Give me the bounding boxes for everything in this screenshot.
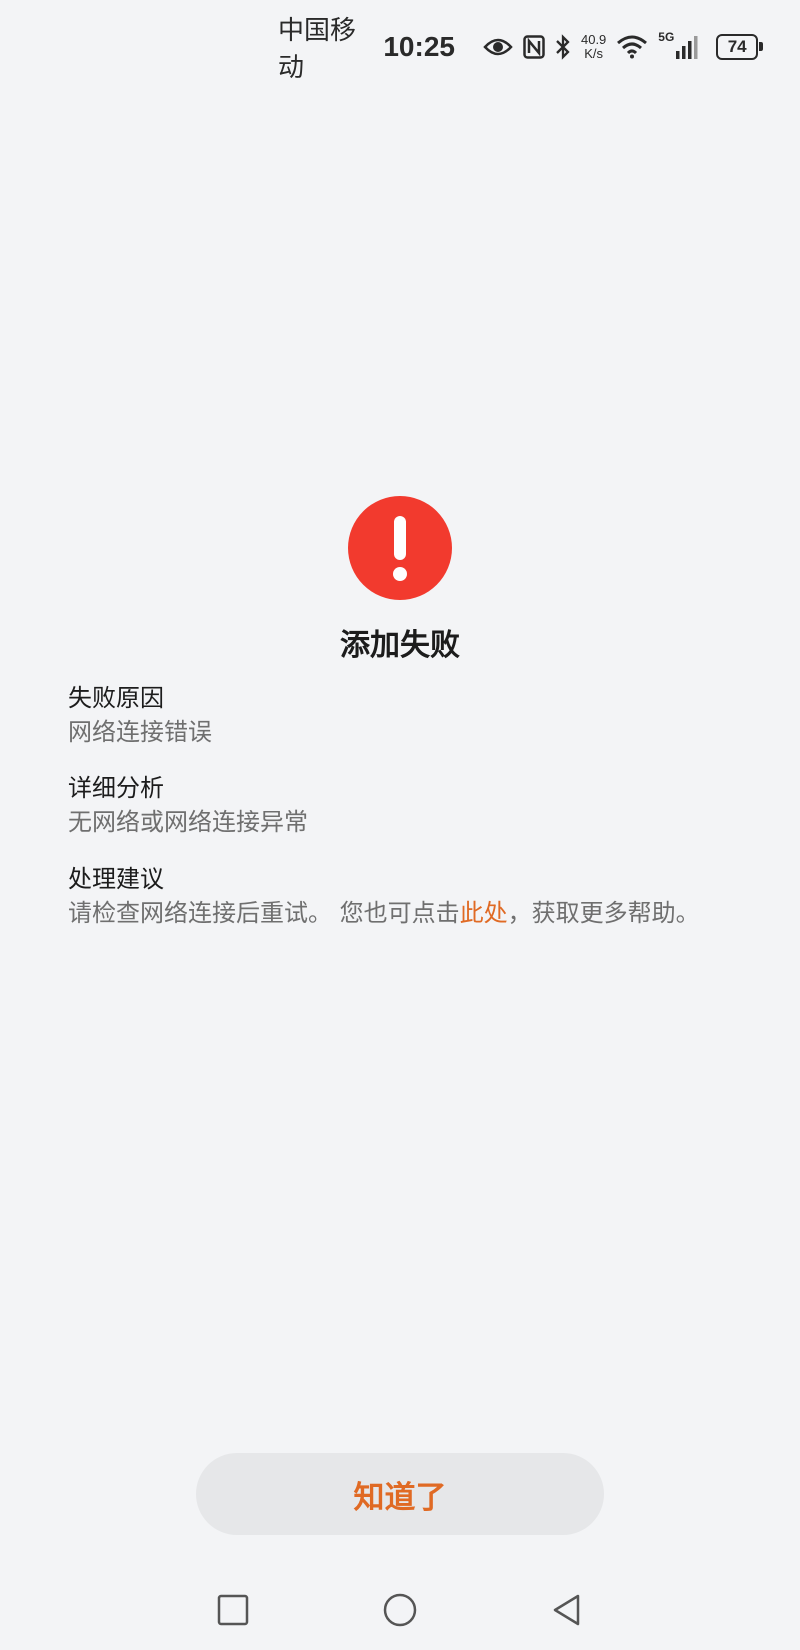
cellular-signal-icon bbox=[676, 35, 700, 59]
confirm-button[interactable]: 知道了 bbox=[196, 1453, 604, 1535]
suggestion-section: 处理建议 请检查网络连接后重试。 您也可点击此处，获取更多帮助。 bbox=[68, 862, 738, 930]
failure-reason-value: 网络连接错误 bbox=[68, 718, 212, 746]
network-speed-unit: K/s bbox=[584, 46, 604, 61]
back-icon[interactable] bbox=[545, 1588, 589, 1632]
battery-icon: 74 bbox=[716, 34, 763, 60]
confirm-button-label: 知道了 bbox=[353, 1479, 447, 1516]
network-speed: 40.9 K/s bbox=[581, 33, 606, 61]
status-time: 10:25 bbox=[383, 31, 455, 62]
eye-icon bbox=[483, 36, 513, 58]
failure-reason-label: 失败原因 bbox=[68, 684, 164, 712]
alert-exclamation-icon bbox=[348, 496, 452, 600]
carrier-name: 中国移动 bbox=[278, 15, 357, 82]
signal-type-label: 5G bbox=[658, 30, 675, 44]
network-speed-value: 40.9 bbox=[580, 32, 607, 47]
navigation-bar bbox=[0, 1588, 800, 1638]
recent-apps-icon[interactable] bbox=[211, 1588, 255, 1632]
suggestion-text: 请检查网络连接后重试。 您也可点击 bbox=[68, 899, 460, 927]
dialog-title: 添加失败 bbox=[340, 628, 460, 663]
suggestion-text-end: ，获取更多帮助。 bbox=[507, 899, 700, 927]
suggestion-value: 请检查网络连接后重试。 您也可点击此处，获取更多帮助。 bbox=[68, 896, 738, 930]
home-icon[interactable] bbox=[378, 1588, 422, 1632]
help-link[interactable]: 此处 bbox=[460, 899, 508, 927]
suggestion-label: 处理建议 bbox=[68, 865, 164, 893]
failure-reason-section: 失败原因 网络连接错误 bbox=[68, 681, 738, 749]
detailed-analysis-label: 详细分析 bbox=[68, 774, 164, 802]
status-bar: 中国移动 10:25 40.9 K/s 5G 74 bbox=[278, 15, 763, 82]
bluetooth-icon bbox=[555, 34, 571, 60]
battery-level: 74 bbox=[727, 37, 747, 56]
detailed-analysis-section: 详细分析 无网络或网络连接异常 bbox=[68, 771, 738, 839]
detailed-analysis-value: 无网络或网络连接异常 bbox=[68, 808, 308, 836]
wifi-icon bbox=[616, 35, 648, 59]
nfc-icon bbox=[523, 35, 545, 59]
